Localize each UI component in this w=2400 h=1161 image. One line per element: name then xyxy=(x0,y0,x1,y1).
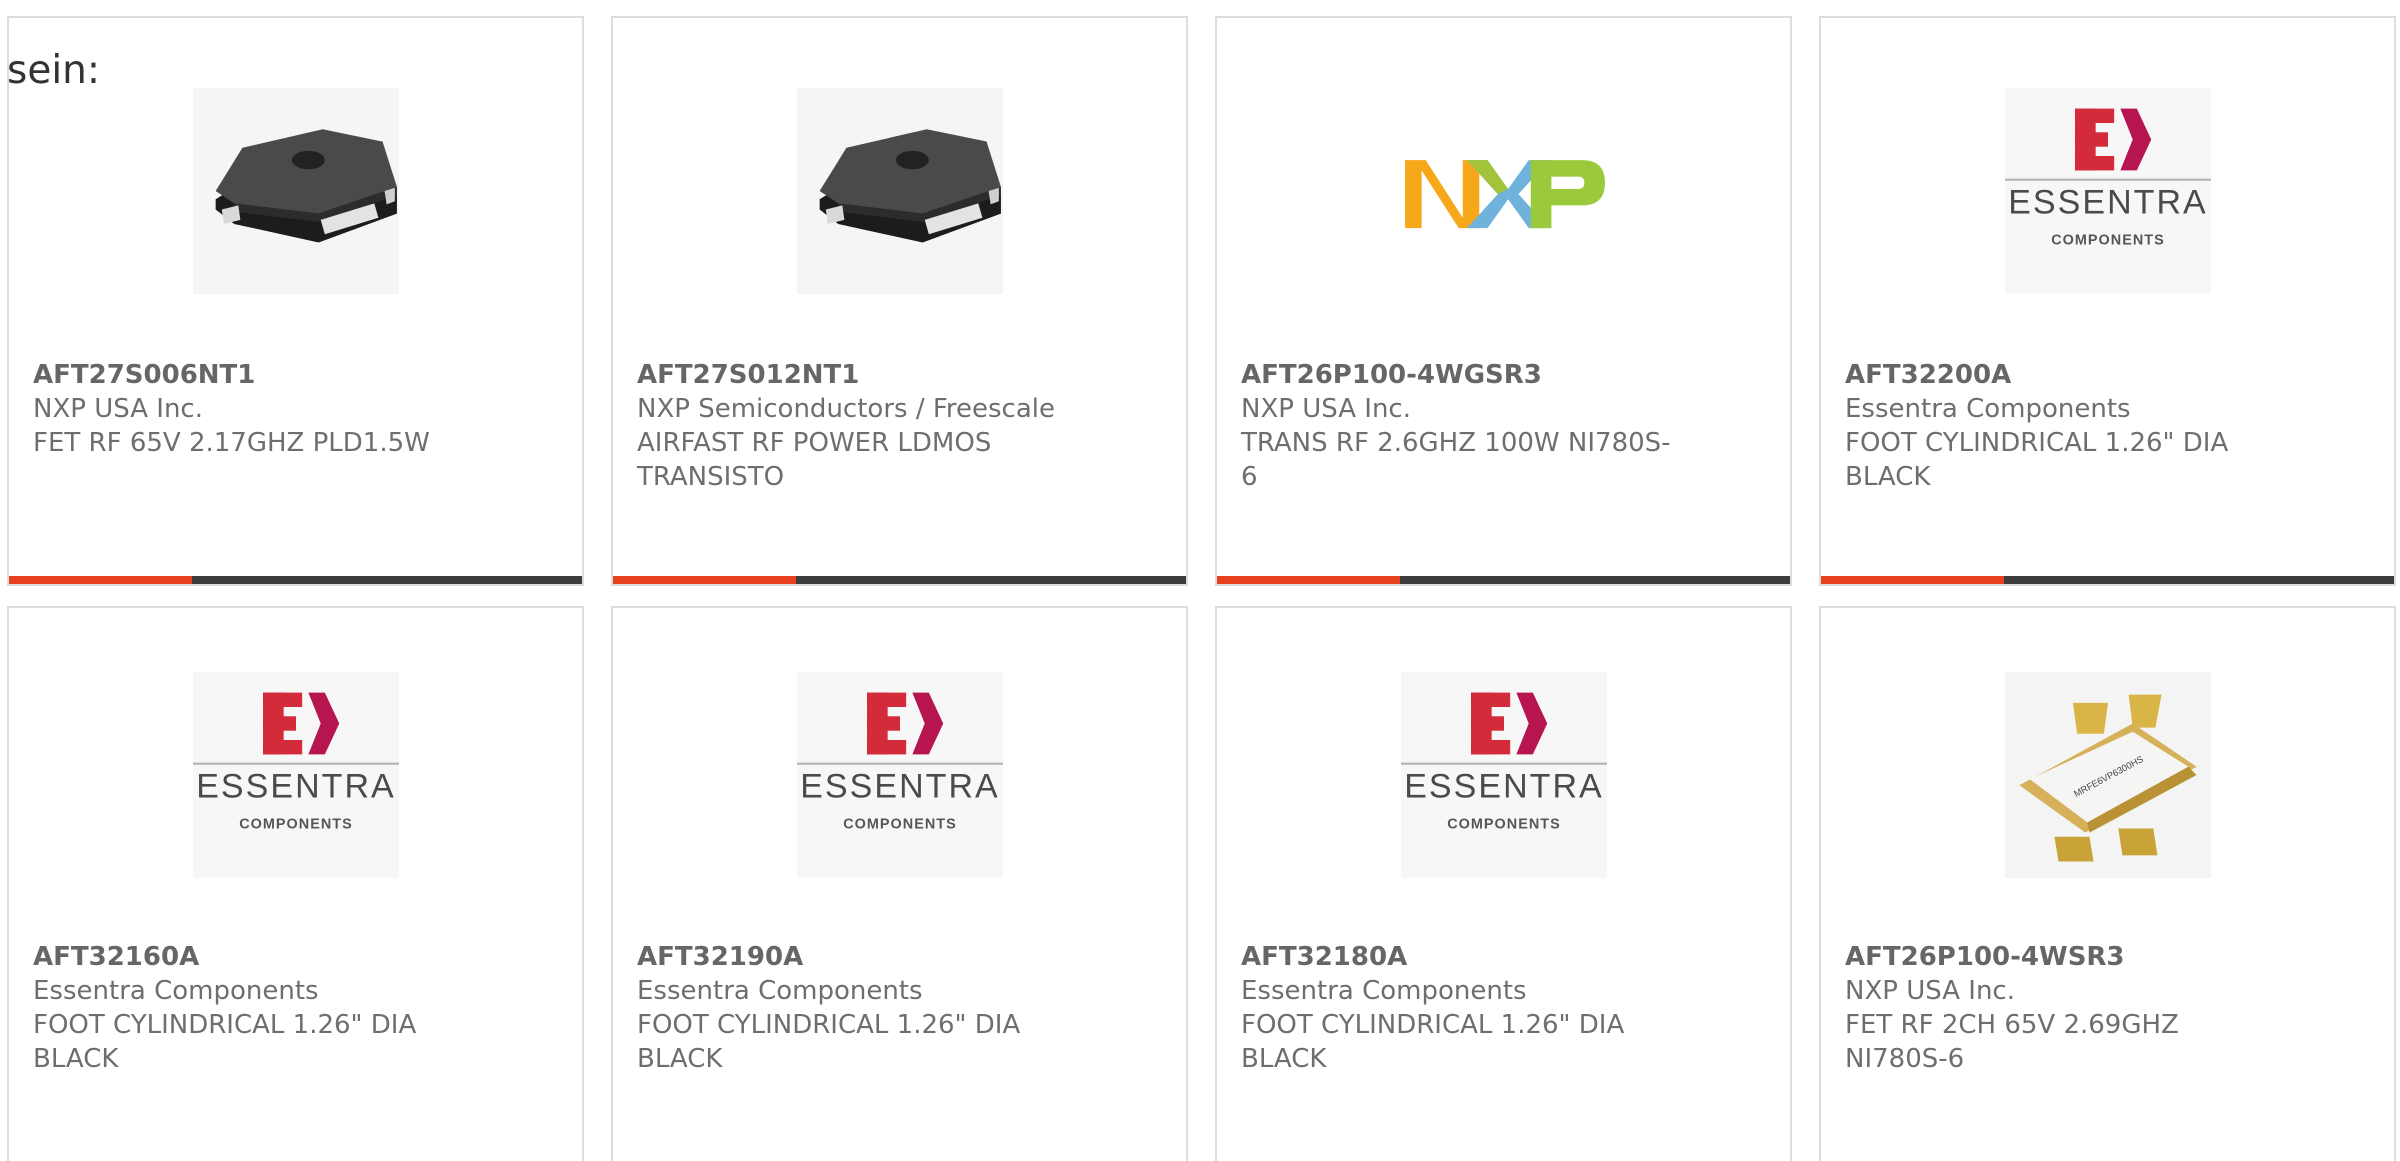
manufacturer: NXP USA Inc. xyxy=(33,394,203,424)
page: sein: AFT27S006NT1 NXP USA Inc. FET RF 6… xyxy=(0,0,2400,1161)
product-card[interactable]: ESSENTRA COMPONENTS AFT32190A Essentra C… xyxy=(611,606,1188,1161)
product-card[interactable]: ESSENTRA COMPONENTS AFT32200A Essentra C… xyxy=(1819,16,2396,586)
manufacturer: Essentra Components xyxy=(33,976,319,1006)
manufacturer: Essentra Components xyxy=(1845,394,2131,424)
svg-text:COMPONENTS: COMPONENTS xyxy=(2051,233,2165,249)
product-card[interactable]: MRFE6VP6300HS AFT26P100-4WSR3 NXP USA In… xyxy=(1819,606,2396,1161)
description: FET RF 2CH 65V 2.69GHZ NI780S-6 xyxy=(1845,1010,2179,1074)
part-number[interactable]: AFT32180A xyxy=(1241,940,1681,974)
essentra-logo: ESSENTRA COMPONENTS xyxy=(797,672,1003,878)
part-number[interactable]: AFT26P100-4WGSR3 xyxy=(1241,358,1681,392)
product-info: AFT32200A Essentra Components FOOT CYLIN… xyxy=(1845,358,2285,494)
description: FOOT CYLINDRICAL 1.26" DIA BLACK xyxy=(1241,1010,1625,1074)
product-info: AFT26P100-4WGSR3 NXP USA Inc. TRANS RF 2… xyxy=(1241,358,1681,494)
product-card[interactable]: AFT26P100-4WGSR3 NXP USA Inc. TRANS RF 2… xyxy=(1215,16,1792,586)
product-card[interactable]: AFT27S012NT1 NXP Semiconductors / Freesc… xyxy=(611,16,1188,586)
product-info: AFT32180A Essentra Components FOOT CYLIN… xyxy=(1241,940,1681,1076)
description: FOOT CYLINDRICAL 1.26" DIA BLACK xyxy=(33,1010,417,1074)
progress-bar-accent xyxy=(1217,576,1401,584)
manufacturer: NXP Semiconductors / Freescale xyxy=(637,394,1056,424)
description: FOOT CYLINDRICAL 1.26" DIA BLACK xyxy=(1845,428,2229,492)
essentra-logo: ESSENTRA COMPONENTS xyxy=(2005,88,2211,294)
part-number[interactable]: AFT32200A xyxy=(1845,358,2285,392)
product-info: AFT32190A Essentra Components FOOT CYLIN… xyxy=(637,940,1077,1076)
product-card[interactable]: AFT27S006NT1 NXP USA Inc. FET RF 65V 2.1… xyxy=(7,16,584,586)
rf-transistor-chip-image xyxy=(797,88,1003,294)
svg-text:COMPONENTS: COMPONENTS xyxy=(239,817,353,833)
description: FOOT CYLINDRICAL 1.26" DIA BLACK xyxy=(637,1010,1021,1074)
description: AIRFAST RF POWER LDMOS TRANSISTO xyxy=(637,428,992,492)
svg-text:ESSENTRA: ESSENTRA xyxy=(2008,184,2208,222)
progress-bar-accent xyxy=(1821,576,2005,584)
description: TRANS RF 2.6GHZ 100W NI780S-6 xyxy=(1241,428,1671,492)
svg-text:ESSENTRA: ESSENTRA xyxy=(1404,768,1604,806)
rf-transistor-chip-image xyxy=(193,88,399,294)
part-number[interactable]: AFT26P100-4WSR3 xyxy=(1845,940,2285,974)
product-info: AFT26P100-4WSR3 NXP USA Inc. FET RF 2CH … xyxy=(1845,940,2285,1076)
svg-text:ESSENTRA: ESSENTRA xyxy=(800,768,1000,806)
part-number[interactable]: AFT27S012NT1 xyxy=(637,358,1077,392)
svg-text:ESSENTRA: ESSENTRA xyxy=(196,768,396,806)
progress-bar xyxy=(613,576,1186,584)
product-card[interactable]: ESSENTRA COMPONENTS AFT32180A Essentra C… xyxy=(1215,606,1792,1161)
manufacturer: Essentra Components xyxy=(637,976,923,1006)
manufacturer: Essentra Components xyxy=(1241,976,1527,1006)
part-number[interactable]: AFT32190A xyxy=(637,940,1077,974)
manufacturer: NXP USA Inc. xyxy=(1845,976,2015,1006)
part-number[interactable]: AFT32160A xyxy=(33,940,473,974)
progress-bar-accent xyxy=(613,576,797,584)
progress-bar xyxy=(9,576,582,584)
progress-bar xyxy=(1821,576,2394,584)
product-info: AFT27S006NT1 NXP USA Inc. FET RF 65V 2.1… xyxy=(33,358,473,460)
essentra-logo: ESSENTRA COMPONENTS xyxy=(1401,672,1607,878)
progress-bar-accent xyxy=(9,576,193,584)
svg-text:COMPONENTS: COMPONENTS xyxy=(1447,817,1561,833)
nxp-logo xyxy=(1401,88,1607,294)
product-info: AFT32160A Essentra Components FOOT CYLIN… xyxy=(33,940,473,1076)
progress-bar xyxy=(1217,576,1790,584)
product-info: AFT27S012NT1 NXP Semiconductors / Freesc… xyxy=(637,358,1077,494)
product-card[interactable]: ESSENTRA COMPONENTS AFT32160A Essentra C… xyxy=(7,606,584,1161)
rf-flange-transistor-image: MRFE6VP6300HS xyxy=(2005,672,2211,878)
manufacturer: NXP USA Inc. xyxy=(1241,394,1411,424)
part-number[interactable]: AFT27S006NT1 xyxy=(33,358,473,392)
description: FET RF 65V 2.17GHZ PLD1.5W xyxy=(33,428,430,458)
essentra-logo: ESSENTRA COMPONENTS xyxy=(193,672,399,878)
svg-text:COMPONENTS: COMPONENTS xyxy=(843,817,957,833)
intro-text: sein: xyxy=(7,48,101,93)
